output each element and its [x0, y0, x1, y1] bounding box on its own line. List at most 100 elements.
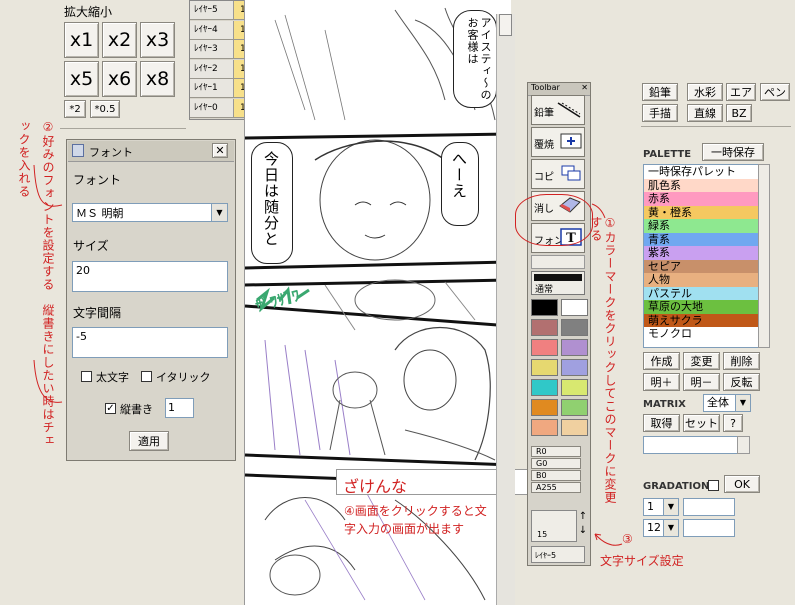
rgb-value[interactable]: A255 — [531, 482, 581, 493]
size-box[interactable]: 15 — [531, 510, 577, 542]
gradation-field-1[interactable] — [683, 498, 735, 516]
canvas-scrollbar[interactable] — [496, 14, 515, 605]
rgb-value[interactable]: R0 — [531, 446, 581, 457]
get-button[interactable]: 取得 — [643, 414, 680, 432]
size-arrows[interactable]: ↑ ↓ — [578, 510, 588, 542]
color-swatch[interactable] — [531, 339, 558, 356]
font-select[interactable]: ＭＳ 明朝 ▼ — [72, 203, 228, 222]
pencil-line-icon — [556, 100, 582, 123]
chevron-down-icon[interactable]: ▼ — [663, 499, 678, 515]
zoom-x5-button[interactable]: x5 — [64, 61, 99, 97]
color-swatch[interactable] — [531, 379, 558, 396]
rgb-value[interactable]: B0 — [531, 470, 581, 481]
palette-scrollbar[interactable] — [758, 164, 770, 348]
scrollbar-thumb[interactable] — [499, 14, 512, 36]
straight-line-button[interactable]: 直線 — [687, 104, 723, 122]
layer-name: ﾚｲﾔｰ5 — [190, 1, 234, 19]
set-button[interactable]: セット — [683, 414, 720, 432]
rgb-value[interactable]: G0 — [531, 458, 581, 469]
color-swatch[interactable] — [561, 359, 588, 376]
vertical-checkbox[interactable]: ✓ — [105, 403, 116, 414]
palette-item[interactable]: セピア — [644, 259, 758, 273]
pen-button[interactable]: ペン — [760, 83, 790, 101]
toolbar-tool-2[interactable]: 覆焼 — [531, 127, 585, 157]
change-button[interactable]: 変更 — [683, 352, 720, 370]
color-swatch[interactable] — [531, 299, 558, 316]
font-dialog-titlebar[interactable]: フォント ✕ — [68, 141, 234, 162]
palette-item[interactable]: 人物 — [644, 273, 758, 287]
gradation-ok-button[interactable]: OK — [724, 475, 760, 493]
palette-item[interactable]: 青系 — [644, 232, 758, 246]
bezier-button[interactable]: BZ — [726, 104, 752, 122]
color-swatch[interactable] — [531, 359, 558, 376]
chevron-down-icon[interactable]: ▼ — [211, 204, 227, 221]
palette-item[interactable]: 緑系 — [644, 219, 758, 233]
gradation-field-2[interactable] — [683, 519, 735, 537]
temp-save-button[interactable]: 一時保存 — [702, 143, 764, 161]
mode-select[interactable]: 通常 — [531, 271, 585, 295]
zoom-x1-button[interactable]: x1 — [64, 22, 99, 58]
pencil-button[interactable]: 鉛筆 — [642, 83, 678, 101]
zoom-x2-button[interactable]: x2 — [102, 22, 137, 58]
color-swatch[interactable] — [561, 299, 588, 316]
color-swatch[interactable] — [531, 399, 558, 416]
color-swatch[interactable] — [561, 379, 588, 396]
palette-item[interactable]: 草原の大地 — [644, 300, 758, 314]
close-icon[interactable]: ✕ — [581, 83, 588, 92]
gradation-select-1[interactable]: 1 ▼ — [643, 498, 679, 516]
palette-item[interactable]: パステル — [644, 286, 758, 300]
zoom-x6-button[interactable]: x6 — [102, 61, 137, 97]
zoom-title: 拡大縮小 — [64, 5, 113, 19]
color-swatch[interactable] — [561, 419, 588, 436]
chevron-down-icon[interactable]: ▼ — [735, 395, 750, 411]
palette-item[interactable]: 肌色系 — [644, 178, 758, 192]
gradation-select-2[interactable]: 12 ▼ — [643, 519, 679, 537]
arrow-up-icon[interactable]: ↑ — [579, 511, 587, 522]
size-field[interactable]: 20 — [72, 261, 228, 292]
zoom-double-button[interactable]: *2 — [64, 100, 86, 118]
toolbar-tool-1[interactable]: 鉛筆 — [531, 95, 585, 125]
palette-item[interactable]: モノクロ — [644, 327, 758, 341]
color-swatch[interactable] — [561, 339, 588, 356]
palette-item[interactable]: 黄・橙系 — [644, 205, 758, 219]
highlight-oval — [515, 194, 593, 246]
color-swatch[interactable] — [561, 399, 588, 416]
palette-list[interactable]: 一時保存パレット 肌色系 赤系 黄・橙系 緑系 青系 紫系 セピア 人物 パステル 草原の大地 萌えサ… — [643, 164, 759, 348]
freehand-button[interactable]: 手描 — [642, 104, 678, 122]
layer-indicator[interactable]: ﾚｲﾔｰ5 — [531, 546, 585, 563]
bold-checkbox[interactable] — [81, 371, 92, 382]
italic-label: イタリック — [156, 371, 211, 384]
matrix-select-value: 全体 — [707, 396, 729, 409]
color-swatch[interactable] — [561, 319, 588, 336]
palette-item[interactable]: 一時保存パレット — [644, 165, 758, 179]
arrow-down-icon[interactable]: ↓ — [579, 525, 587, 536]
palette-item[interactable]: 赤系 — [644, 192, 758, 206]
vertical-field[interactable]: 1 — [165, 398, 194, 418]
help-button[interactable]: ? — [723, 414, 743, 432]
gradation-checkbox[interactable] — [708, 480, 719, 491]
matrix-field[interactable] — [643, 436, 750, 454]
airbrush-button[interactable]: エア — [726, 83, 756, 101]
chevron-down-icon[interactable]: ▼ — [663, 520, 678, 536]
create-button[interactable]: 作成 — [643, 352, 680, 370]
close-icon[interactable]: ✕ — [212, 143, 228, 158]
zoom-x3-button[interactable]: x3 — [140, 22, 175, 58]
watercolor-button[interactable]: 水彩 — [687, 83, 723, 101]
apply-button[interactable]: 適用 — [129, 431, 169, 451]
zoom-half-button[interactable]: *0.5 — [90, 100, 120, 118]
italic-checkbox[interactable] — [141, 371, 152, 382]
brighten-button[interactable]: 明＋ — [643, 373, 680, 391]
darken-button[interactable]: 明－ — [683, 373, 720, 391]
spacing-field[interactable]: -5 — [72, 327, 228, 358]
matrix-select[interactable]: 全体 ▼ — [703, 394, 751, 412]
toolbar-tool-3[interactable]: コピ — [531, 159, 585, 189]
color-swatch[interactable] — [531, 419, 558, 436]
layer-name: ﾚｲﾔｰ2 — [190, 59, 234, 78]
matrix-spinner[interactable] — [737, 436, 750, 454]
zoom-x8-button[interactable]: x8 — [140, 61, 175, 97]
palette-item[interactable]: 紫系 — [644, 246, 758, 260]
invert-button[interactable]: 反転 — [723, 373, 760, 391]
palette-item[interactable]: 萌えサクラ — [644, 313, 758, 327]
delete-button[interactable]: 削除 — [723, 352, 760, 370]
color-swatch[interactable] — [531, 319, 558, 336]
